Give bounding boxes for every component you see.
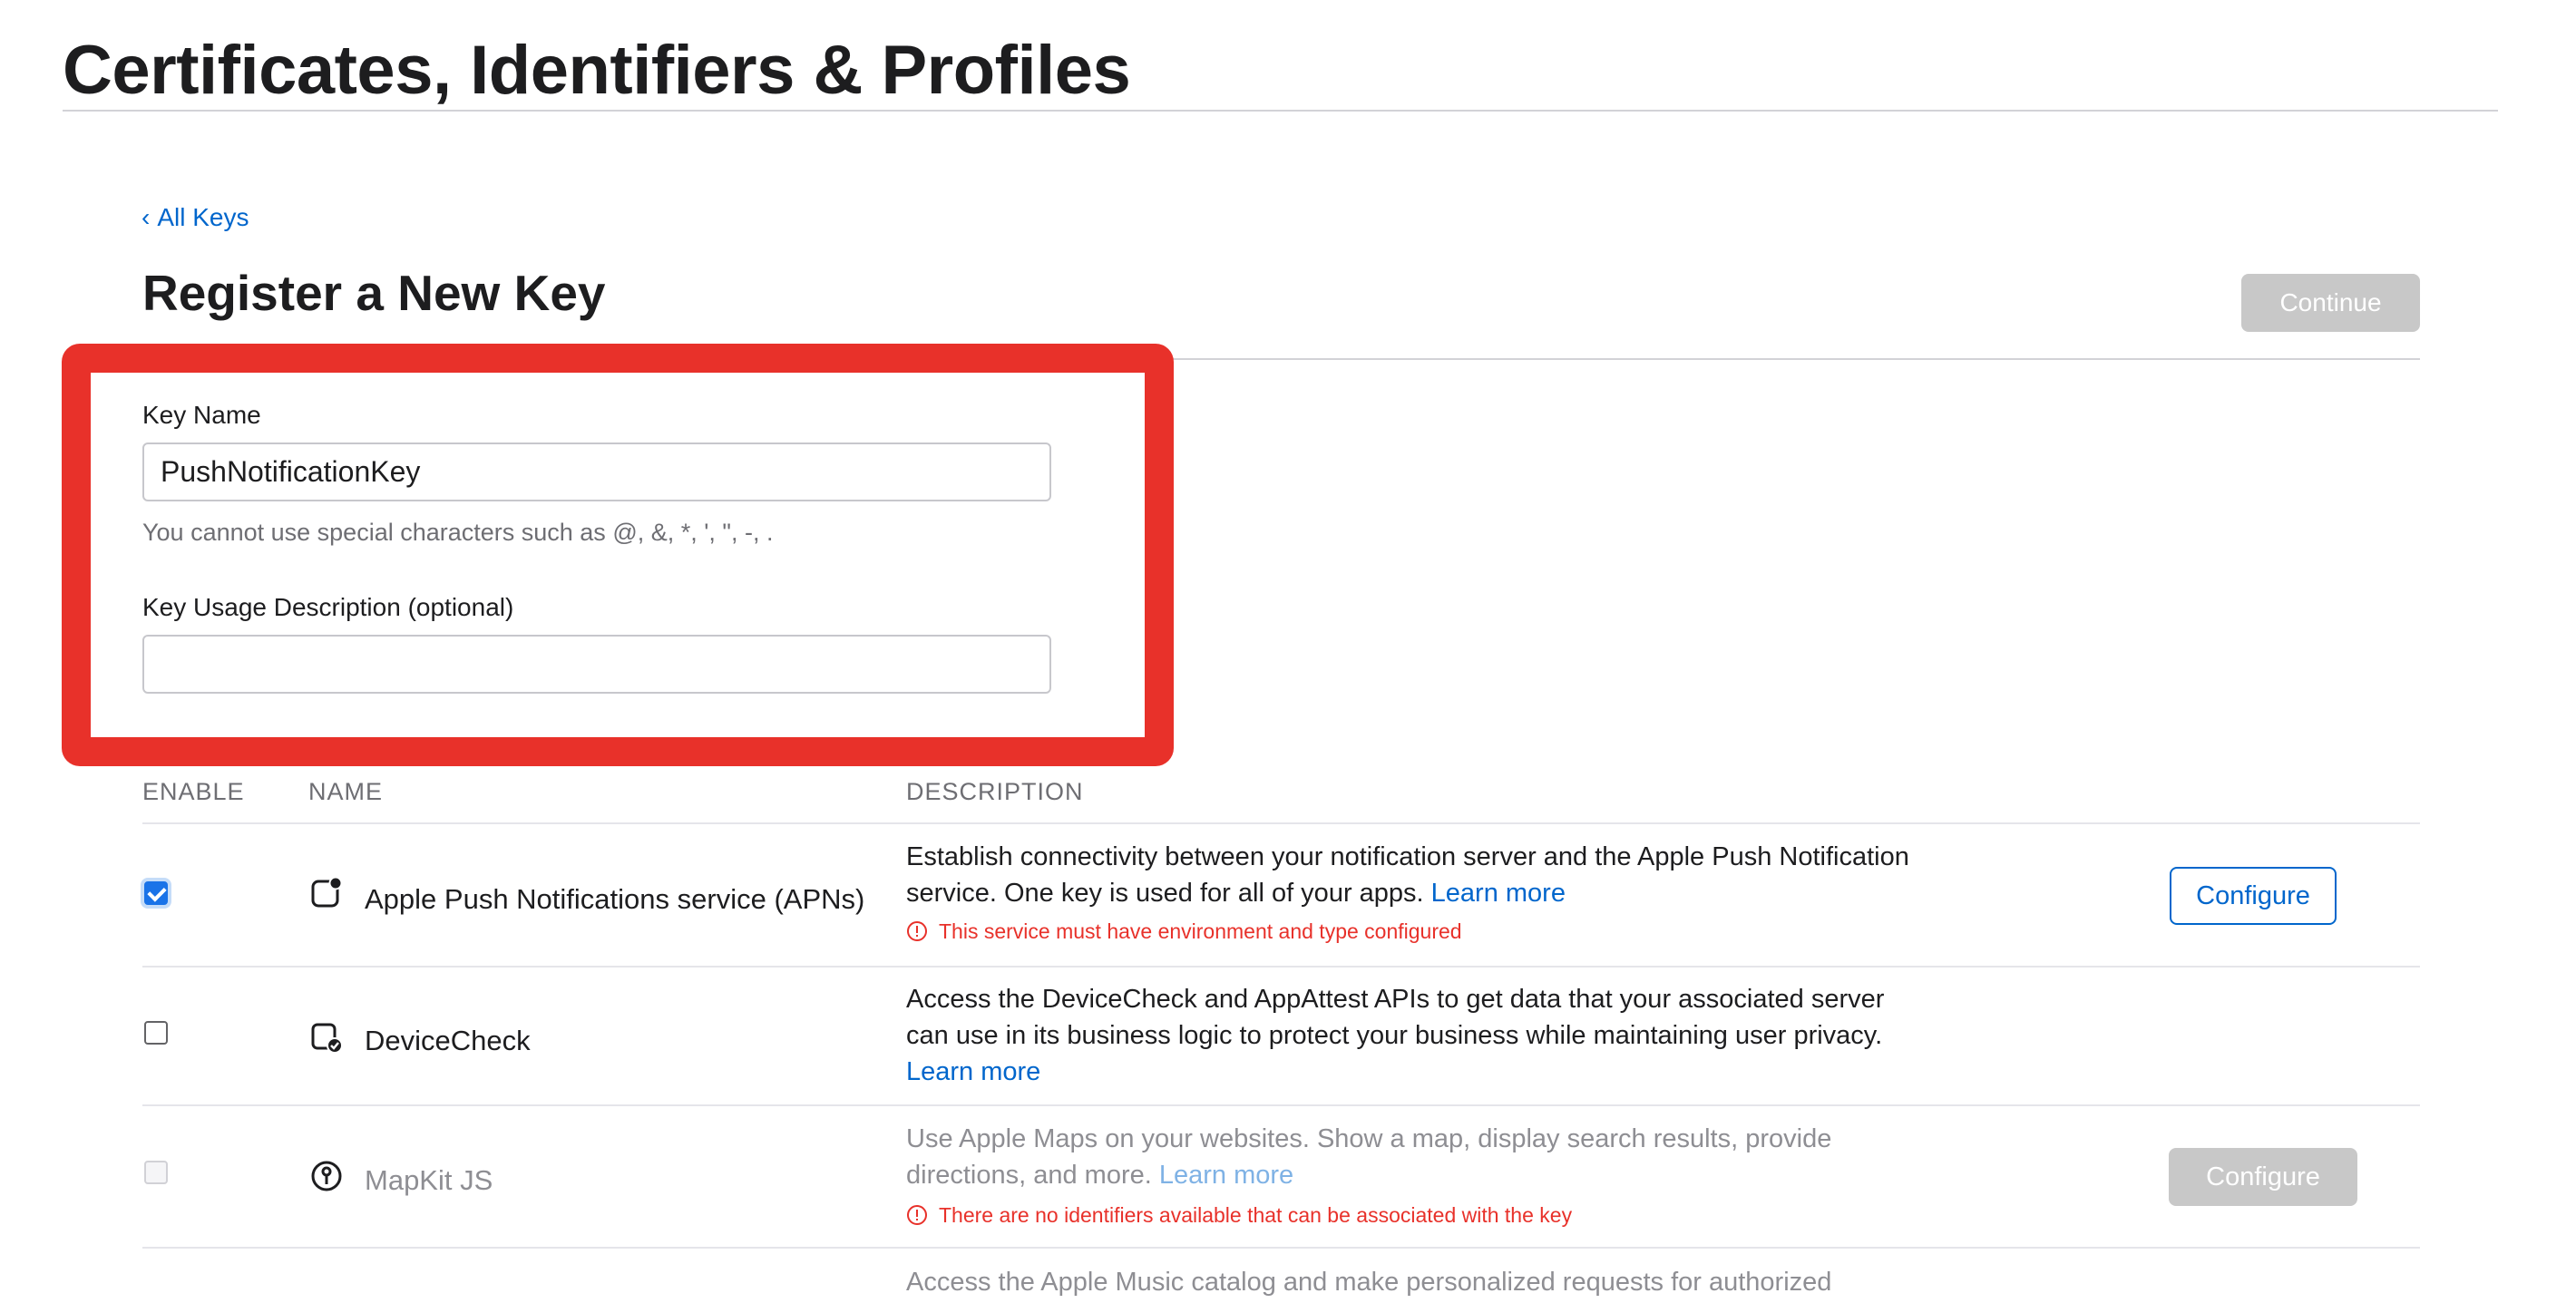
service-name-devicecheck: DeviceCheck: [365, 1025, 531, 1056]
column-header-name: NAME: [308, 778, 384, 805]
notification-badge-icon: [311, 877, 343, 908]
learn-more-link[interactable]: Learn more: [906, 1057, 1040, 1086]
enable-checkbox-devicecheck[interactable]: [144, 1021, 168, 1045]
enable-checkbox-mapkit[interactable]: [144, 1161, 168, 1184]
learn-more-link[interactable]: Learn more: [1159, 1161, 1293, 1190]
description-text: Use Apple Maps on your websites. Show a …: [906, 1124, 1832, 1190]
row-divider: [142, 1247, 2420, 1249]
warning-text: There are no identifiers available that …: [939, 1203, 1573, 1227]
service-name-mapkit: MapKit JS: [365, 1164, 493, 1196]
warning-circle-icon: [907, 1205, 927, 1225]
description-text: Establish connectivity between your noti…: [906, 842, 1909, 908]
row-divider: [142, 966, 2420, 968]
chevron-left-icon: ‹: [141, 203, 151, 231]
warning-message-apns: This service must have environment and t…: [906, 918, 1462, 945]
configure-button-apns[interactable]: Configure: [2170, 867, 2337, 925]
configure-button-mapkit[interactable]: Configure: [2169, 1148, 2357, 1206]
service-description-devicecheck: Access the DeviceCheck and AppAttest API…: [906, 981, 1922, 1090]
row-divider: [142, 1104, 2420, 1106]
service-name-apns: Apple Push Notifications service (APNs): [365, 883, 865, 915]
device-check-icon: [311, 1023, 343, 1054]
section-title: Register a New Key: [142, 265, 606, 321]
continue-button[interactable]: Continue: [2241, 274, 2420, 332]
key-name-input[interactable]: [142, 442, 1051, 501]
service-description-mapkit: Use Apple Maps on your websites. Show a …: [906, 1121, 1922, 1193]
learn-more-link[interactable]: Learn more: [1431, 879, 1566, 908]
description-label: Key Usage Description (optional): [142, 593, 514, 621]
warning-circle-icon: [907, 921, 927, 941]
key-name-label: Key Name: [142, 401, 261, 429]
description-input[interactable]: [142, 635, 1051, 694]
title-divider: [63, 110, 2498, 112]
description-text: Access the DeviceCheck and AppAttest API…: [906, 985, 1885, 1050]
back-to-all-keys-link[interactable]: ‹ All Keys: [141, 201, 249, 234]
service-description-apns: Establish connectivity between your noti…: [906, 839, 1922, 911]
service-description-music: Access the Apple Music catalog and make …: [906, 1268, 1832, 1297]
column-header-description: DESCRIPTION: [906, 778, 1084, 805]
back-link-label: All Keys: [157, 203, 249, 231]
enable-checkbox-apns[interactable]: [144, 881, 168, 905]
map-pin-icon: [311, 1161, 342, 1191]
warning-message-mapkit: There are no identifiers available that …: [906, 1201, 1572, 1229]
key-name-hint: You cannot use special characters such a…: [142, 519, 774, 546]
page-title: Certificates, Identifiers & Profiles: [63, 32, 1131, 109]
warning-text: This service must have environment and t…: [939, 919, 1462, 943]
row-divider: [142, 822, 2420, 824]
column-header-enable: ENABLE: [142, 778, 245, 805]
